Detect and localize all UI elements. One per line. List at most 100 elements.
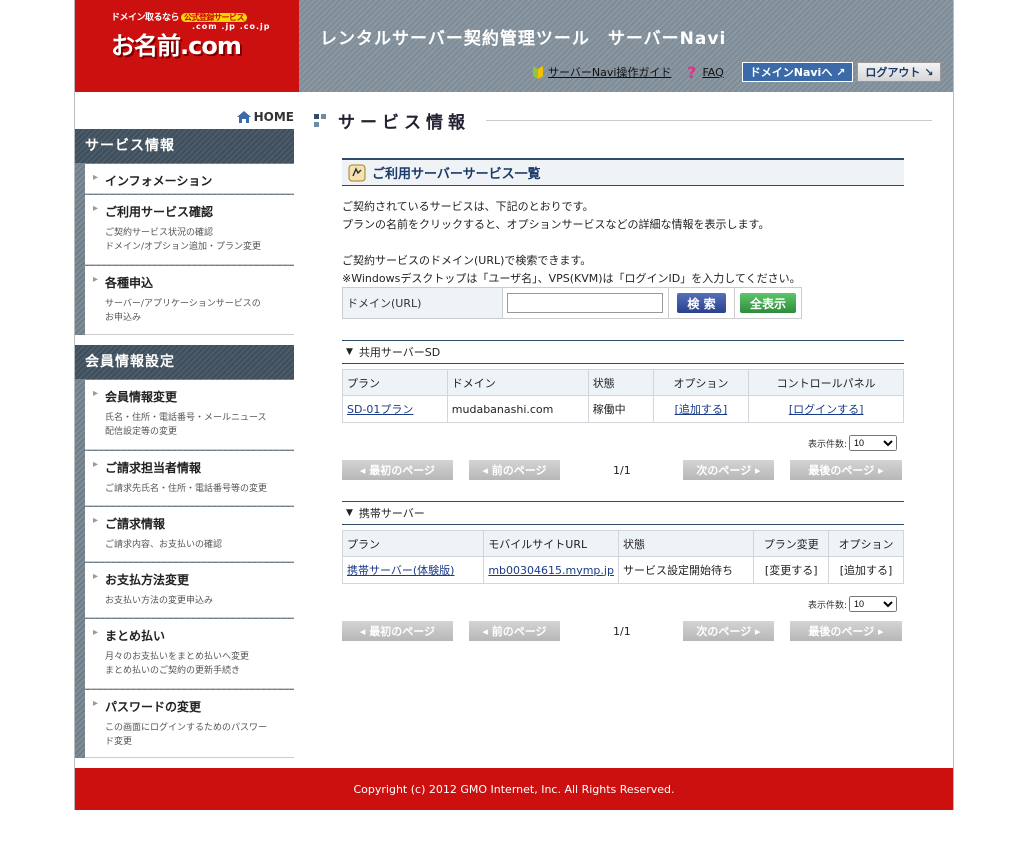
sidebar-item-desc: お支払い方法の変更申込み (105, 596, 214, 606)
col-plan-change: プラン変更 (753, 530, 830, 557)
table-row: 携帯サーバー(体験版) mb00304615.mymp.jp サービス設定開始待… (341, 556, 904, 584)
shared-pager: ◂ 最初のページ ◂ 前のページ 1/1 次のページ ▸ 最後のページ ▸ (342, 460, 904, 480)
page-title-text: サービス情報 (338, 113, 470, 133)
guide-link[interactable]: サーバーNavi操作ガイド (531, 64, 671, 80)
per-page: 表示件数: 10 (808, 435, 898, 451)
guide-link-label: サーバーNavi操作ガイド (548, 66, 672, 79)
show-all-button[interactable]: 全表示 (739, 293, 796, 313)
sidebar-item-service-check[interactable]: ご利用サービス確認 ご契約サービス状況の確認ドメイン/オプション追加・プラン変更 (85, 195, 294, 265)
logout-button[interactable]: ログアウト ↘ (857, 62, 942, 82)
search-help-2: ※Windowsデスクトップは「ユーザ名」、VPS(KVM)は「ログインID」を… (342, 272, 801, 285)
domain-search-input[interactable] (507, 293, 663, 313)
home-label: HOME (253, 110, 294, 124)
search-form: ドメイン(URL) 検 索 全表示 (342, 287, 802, 319)
sidebar-item-applications[interactable]: 各種申込 サーバー/アプリケーションサービスのお申込み (85, 266, 294, 335)
logo-text: お名前.com (111, 32, 242, 60)
per-page: 表示件数: 10 (808, 596, 898, 612)
sidebar-item-label: ご利用サービス確認 (105, 205, 214, 219)
collapse-triangle-icon: ▼ (346, 508, 353, 518)
hand-icon (348, 164, 366, 181)
col-option: オプション (652, 369, 750, 396)
logo[interactable]: ドメイン取るなら 公式登録サービス .com .jp .co.jp お名前.com (75, 0, 299, 92)
shared-server-header[interactable]: ▼ 共用サーバーSD (342, 340, 904, 364)
sidebar-item-desc: この画面にログインするためのパスワー ド変更 (105, 723, 268, 747)
mobile-server-table: プラン モバイルサイトURL 状態 プラン変更 オプション 携帯サーバー(体験版… (341, 530, 904, 584)
sidebar-item-label: インフォメーション (105, 174, 213, 188)
plan-cell: SD-01プラン (342, 395, 448, 423)
sidebar-item-label: ご請求情報 (105, 517, 166, 531)
mobile-server-title: 携帯サーバー (358, 507, 425, 520)
sidebar-item-label: 会員情報変更 (105, 390, 178, 404)
domain-cell: mudabanashi.com (446, 395, 589, 423)
per-page-label: 表示件数: (808, 600, 848, 611)
mobile-server-header[interactable]: ▼ 携帯サーバー (342, 501, 904, 525)
prev-page-button[interactable]: ◂ 前のページ (469, 621, 560, 641)
intro-line-2: プランの名前をクリックすると、オプションサービスなどの詳細な情報を表示します。 (342, 218, 770, 231)
faq-link-label: FAQ (702, 65, 724, 79)
sidebar-item-member-info[interactable]: 会員情報変更 氏名・住所・電話番号・メールニュース配信設定等の変更 (85, 380, 294, 450)
first-page-button[interactable]: ◂ 最初のページ (342, 621, 453, 641)
home-icon (236, 111, 251, 123)
plan-link[interactable]: 携帯サーバー(体験版) (347, 564, 454, 577)
sidebar-item-label: まとめ払い (105, 629, 166, 643)
search-help-1: ご契約サービスのドメイン(URL)で検索できます。 (342, 254, 592, 267)
sidebar-item-label: 各種申込 (105, 276, 154, 290)
shared-server-title: 共用サーバーSD (358, 346, 441, 359)
table-row: SD-01プラン mudabanashi.com 稼働中 [追加する] [ログイ… (342, 395, 904, 423)
col-status: 状態 (617, 530, 755, 557)
last-page-button[interactable]: 最後のページ ▸ (790, 621, 902, 641)
domain-navi-button[interactable]: ドメインNaviへ ↗ (741, 62, 854, 82)
sidebar-item-label: お支払方法変更 (105, 573, 190, 587)
sidebar-item-desc: ご請求先氏名・住所・電話番号等の変更 (105, 484, 268, 494)
title-rule (486, 120, 932, 121)
question-icon: ? (687, 64, 696, 80)
sidebar-item-billing-contact[interactable]: ご請求担当者情報 ご請求先氏名・住所・電話番号等の変更 (85, 451, 294, 506)
per-page-label: 表示件数: (808, 439, 848, 450)
per-page-select[interactable]: 10 (849, 596, 898, 612)
collapse-triangle-icon: ▼ (346, 347, 353, 357)
sidebar-item-bulk-payment[interactable]: まとめ払い 月々のお支払いをまとめ払いへ変更まとめ払いのご契約の更新手続き (85, 619, 294, 689)
search-input-cell (503, 288, 669, 318)
col-status: 状態 (587, 369, 654, 396)
col-option: オプション (828, 530, 904, 557)
search-button[interactable]: 検 索 (677, 293, 726, 313)
col-plan: プラン (341, 530, 485, 557)
page-title-icon (314, 113, 326, 127)
sidebar-item-desc: 月々のお支払いをまとめ払いへ変更 まとめ払いのご契約の更新手続き (105, 652, 250, 676)
member-menu: 会員情報設定 会員情報変更 氏名・住所・電話番号・メールニュース配信設定等の変更… (75, 345, 294, 758)
add-option-link[interactable]: [追加する] (675, 403, 728, 416)
sidebar-item-billing-info[interactable]: ご請求情報 ご請求内容、お支払いの確認 (85, 507, 294, 562)
page-wrapper: ドメイン取るなら 公式登録サービス .com .jp .co.jp お名前.com… (74, 0, 954, 810)
first-page-button[interactable]: ◂ 最初のページ (342, 460, 453, 480)
book-icon (533, 66, 543, 79)
next-page-button[interactable]: 次のページ ▸ (683, 460, 774, 480)
sidebar-item-label: パスワードの変更 (105, 700, 202, 714)
prev-page-button[interactable]: ◂ 前のページ (469, 460, 560, 480)
mobile-url-link[interactable]: mb00304615.mymp.jp (488, 564, 614, 577)
app-title: レンタルサーバー契約管理ツール サーバーNavi (320, 29, 727, 49)
per-page-select[interactable]: 10 (849, 435, 898, 451)
sidebar-item-information[interactable]: インフォメーション (85, 164, 294, 194)
intro-line-1: ご契約されているサービスは、下記のとおりです。 (342, 200, 594, 213)
sidebar-item-payment-method[interactable]: お支払方法変更 お支払い方法の変更申込み (85, 563, 294, 618)
sidebar: HOME サービス情報 インフォメーション ご利用サービス確認 ご契約サービス状… (75, 92, 294, 768)
page-title: サービス情報 (314, 108, 470, 133)
show-all-button-cell: 全表示 (735, 288, 801, 318)
search-label: ドメイン(URL) (343, 288, 503, 318)
plan-cell: 携帯サーバー(体験版) (341, 556, 485, 584)
logo-badge: 公式登録サービス (181, 13, 248, 22)
member-menu-title: 会員情報設定 (75, 345, 294, 379)
last-page-button[interactable]: 最後のページ ▸ (790, 460, 902, 480)
plan-link[interactable]: SD-01プラン (347, 403, 413, 416)
footer: Copyright (c) 2012 GMO Internet, Inc. Al… (75, 768, 953, 810)
faq-link[interactable]: ? FAQ (685, 64, 723, 80)
search-button-cell: 検 索 (669, 288, 735, 318)
next-page-button[interactable]: 次のページ ▸ (683, 621, 774, 641)
col-mobile-url: モバイルサイトURL (483, 530, 619, 557)
option-cell: [追加する] (652, 395, 750, 423)
sidebar-item-desc: ご契約サービス状況の確認 ドメイン/オプション追加・プラン変更 (105, 228, 262, 252)
home-link[interactable]: HOME (236, 110, 294, 124)
login-link[interactable]: [ログインする] (789, 403, 864, 416)
sidebar-item-password[interactable]: パスワードの変更 この画面にログインするためのパスワード変更 (85, 690, 294, 758)
col-plan: プラン (342, 369, 448, 396)
